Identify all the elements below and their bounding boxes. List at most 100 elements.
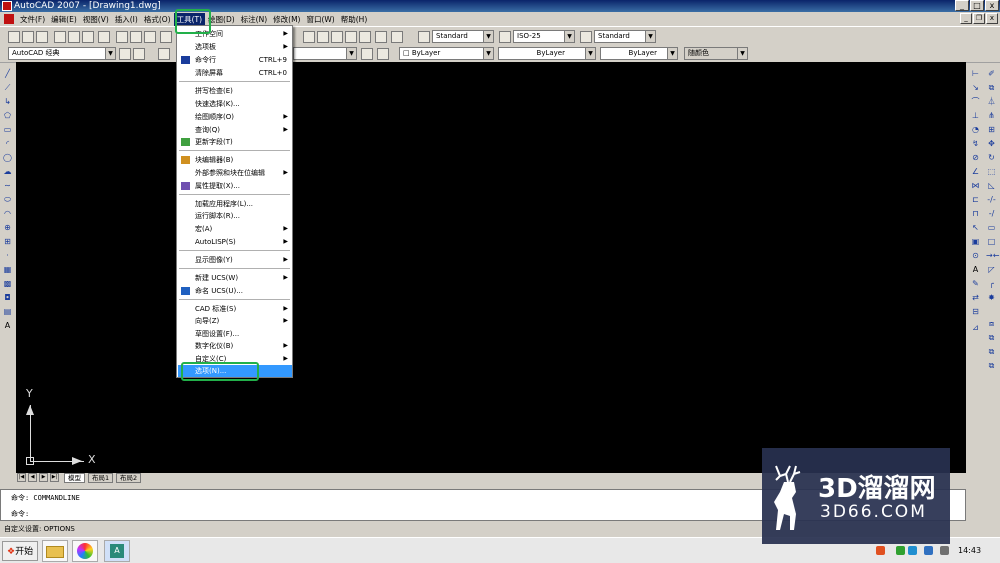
linear-dim-icon[interactable]: ⊢	[970, 68, 981, 79]
menu-item-tablet[interactable]: 数字化仪(B) ▶	[178, 340, 292, 352]
layer-select[interactable]: ▼	[293, 47, 357, 60]
center-mark-icon[interactable]: ⊙	[970, 250, 981, 261]
autocad-task-icon[interactable]: A	[104, 540, 130, 562]
trim-icon[interactable]: -/-	[986, 194, 997, 205]
menu-modify[interactable]: 修改(M)	[270, 13, 303, 26]
menu-item-clean-screen[interactable]: 清除屏幕 CTRL+0	[178, 67, 292, 79]
aligned-dim-icon[interactable]: ↘	[970, 82, 981, 93]
line-icon[interactable]: ╱	[2, 68, 13, 79]
color-picker-icon[interactable]	[72, 540, 98, 562]
layer-manager-icon[interactable]	[158, 48, 170, 60]
revision-cloud-icon[interactable]: ☁	[2, 166, 13, 177]
new-icon[interactable]	[8, 31, 20, 43]
point-icon[interactable]: ·	[2, 250, 13, 261]
first-tab-icon[interactable]: |◀	[17, 473, 26, 482]
hatch-icon[interactable]: ▦	[2, 264, 13, 275]
polyline-icon[interactable]: ↳	[2, 96, 13, 107]
doc-minimize-button[interactable]: _	[960, 13, 972, 24]
menu-format[interactable]: 格式(O)	[141, 13, 174, 26]
command-prompt[interactable]: 命令:	[11, 509, 29, 519]
next-tab-icon[interactable]: ▶	[39, 473, 48, 482]
last-tab-icon[interactable]: ▶|	[50, 473, 59, 482]
color-select[interactable]: □ ByLayer ▼	[399, 47, 494, 60]
polygon-icon[interactable]: ⬠	[2, 110, 13, 121]
send-back-icon[interactable]: ⧉	[986, 346, 997, 357]
layer-previous-icon[interactable]	[377, 48, 389, 60]
menu-item-autolisp[interactable]: AutoLISP(S) ▶	[178, 236, 292, 248]
break-point-icon[interactable]: □	[986, 236, 997, 247]
menu-file[interactable]: 文件(F)	[17, 13, 48, 26]
properties-icon[interactable]	[303, 31, 315, 43]
menu-item-spell-check[interactable]: 拼写检查(E)	[178, 85, 292, 97]
plot-icon[interactable]	[98, 31, 110, 43]
menu-item-macro[interactable]: 宏(A) ▶	[178, 223, 292, 235]
circle-icon[interactable]: ◯	[2, 152, 13, 163]
minimize-button[interactable]: _	[955, 0, 969, 11]
menu-edit[interactable]: 编辑(E)	[48, 13, 80, 26]
dim-style-select[interactable]: ISO-25 ▼	[513, 30, 575, 43]
menu-insert[interactable]: 插入(I)	[112, 13, 141, 26]
menu-item-named-ucs[interactable]: 命名 UCS(U)...	[178, 285, 292, 297]
folder-icon[interactable]	[42, 540, 68, 562]
menu-item-display-image[interactable]: 显示图像(Y) ▶	[178, 254, 292, 266]
break-icon[interactable]: ▭	[986, 222, 997, 233]
menu-item-block-editor[interactable]: 块编辑器(B)	[178, 154, 292, 166]
cut-icon[interactable]	[116, 31, 128, 43]
move-icon[interactable]: ✥	[986, 138, 997, 149]
save-icon[interactable]	[36, 31, 48, 43]
copy-icon[interactable]	[130, 31, 142, 43]
menu-item-cad-standards[interactable]: CAD 标准(S) ▶	[178, 303, 292, 315]
dim-style-edit-icon[interactable]: ⊟	[970, 306, 981, 317]
menu-window[interactable]: 窗口(W)	[303, 13, 337, 26]
menu-item-load-app[interactable]: 加载应用程序(L)...	[178, 198, 292, 210]
tab-layout1[interactable]: 布局1	[88, 473, 114, 483]
volume-icon[interactable]	[940, 546, 949, 555]
menu-dimension[interactable]: 标注(N)	[238, 13, 270, 26]
workspace-select[interactable]: AutoCAD 经典 ▼	[8, 47, 116, 60]
radius-icon[interactable]: ◔	[970, 124, 981, 135]
tool-palette-icon[interactable]	[331, 31, 343, 43]
menu-item-draw-order[interactable]: 绘图顺序(O) ▶	[178, 111, 292, 123]
multiline-text-icon[interactable]: A	[2, 320, 13, 331]
document-icon[interactable]	[4, 14, 14, 24]
drawing-canvas[interactable]: Y X	[16, 62, 966, 473]
menu-item-new-ucs[interactable]: 新建 UCS(W) ▶	[178, 272, 292, 284]
start-button[interactable]: ❖开始	[2, 541, 39, 561]
gradient-icon[interactable]: ▩	[2, 278, 13, 289]
mirror-icon[interactable]: ⏃	[986, 96, 997, 107]
ellipse-arc-icon[interactable]: ◠	[2, 208, 13, 219]
markup-icon[interactable]	[359, 31, 371, 43]
maximize-button[interactable]: □	[970, 0, 984, 11]
design-center-icon[interactable]	[317, 31, 329, 43]
make-block-icon[interactable]: ⊞	[2, 236, 13, 247]
my-workspace-icon[interactable]	[133, 48, 145, 60]
input-method-icon[interactable]	[876, 546, 885, 555]
open-icon[interactable]	[22, 31, 34, 43]
bring-above-icon[interactable]: ⧉	[986, 360, 997, 371]
scale-icon[interactable]: ⬚	[986, 166, 997, 177]
continue-icon[interactable]: ⊓	[970, 208, 981, 219]
prev-tab-icon[interactable]: ◀	[28, 473, 37, 482]
region-icon[interactable]: ◘	[2, 292, 13, 303]
paste-icon[interactable]	[144, 31, 156, 43]
rectangle-icon[interactable]: ▭	[2, 124, 13, 135]
publish-icon[interactable]	[82, 31, 94, 43]
table-style-select[interactable]: Standard ▼	[594, 30, 656, 43]
dim-text-edit-icon[interactable]: ✎	[970, 278, 981, 289]
fillet-icon[interactable]: ╭	[986, 278, 997, 289]
doc-restore-button[interactable]: ❐	[973, 13, 985, 24]
menu-item-update-field[interactable]: 更新字段(T)	[178, 136, 292, 148]
menu-item-run-script[interactable]: 运行脚本(R)...	[178, 210, 292, 222]
tolerance-icon[interactable]: ▣	[970, 236, 981, 247]
text-style-select[interactable]: Standard ▼	[432, 30, 494, 43]
diameter-icon[interactable]: ⊘	[970, 152, 981, 163]
erase-icon[interactable]: ✐	[986, 68, 997, 79]
arc-icon[interactable]: ◜	[2, 138, 13, 149]
menu-item-drafting-settings[interactable]: 草图设置(F)...	[178, 328, 292, 340]
sheet-set-icon[interactable]	[345, 31, 357, 43]
tab-model[interactable]: 模型	[64, 473, 85, 483]
close-button[interactable]: x	[985, 0, 999, 11]
insert-block-icon[interactable]: ⊕	[2, 222, 13, 233]
spline-icon[interactable]: ∼	[2, 180, 13, 191]
offset-icon[interactable]: ⋔	[986, 110, 997, 121]
